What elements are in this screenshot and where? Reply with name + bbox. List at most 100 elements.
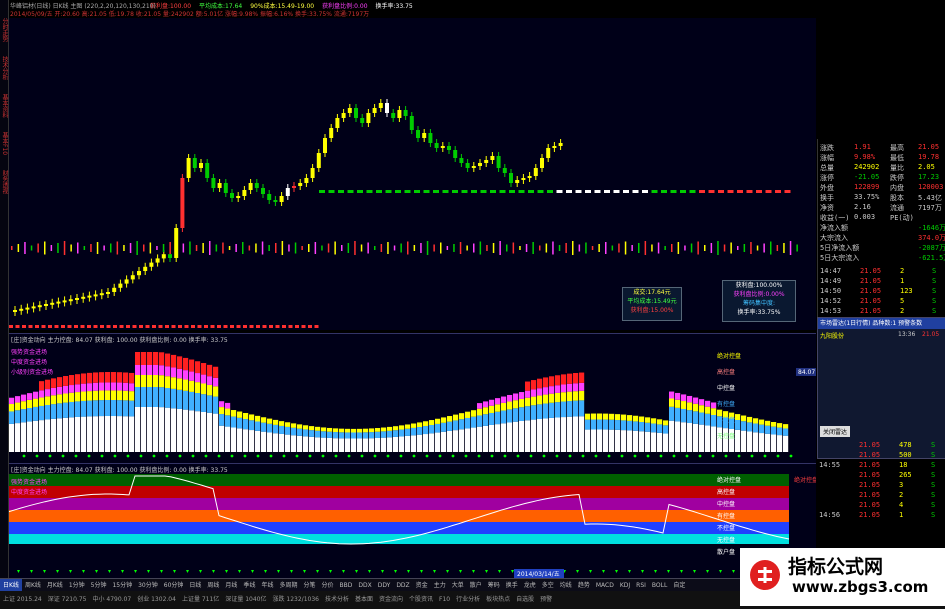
status-item-9[interactable]: 资金流向 bbox=[376, 591, 406, 609]
ind1-bar bbox=[693, 411, 699, 424]
left-side-tabs: 分时走势技术分析基本资料基本F10 财务透视 bbox=[0, 0, 9, 590]
indicator-panel-2[interactable]: 强势资金进场 中度资金进场 绝对控盘 高控盘 中控盘 有控盘 不控盘 无控盘 散户盘 绝对控盘 20… bbox=[8, 463, 818, 579]
ind1-bar bbox=[483, 401, 489, 408]
ind1-bar bbox=[657, 424, 663, 433]
tick2-p: 21.05 bbox=[859, 491, 881, 499]
ind1-bar bbox=[357, 432, 363, 439]
candle bbox=[192, 158, 197, 168]
status-item-12[interactable]: 行业分析 bbox=[453, 591, 483, 609]
ind1-bar bbox=[327, 437, 333, 452]
radar-item[interactable]: 九阳股份 bbox=[820, 331, 844, 340]
ind1-bar bbox=[609, 419, 615, 430]
status-item-8[interactable]: 基本面 bbox=[352, 591, 376, 609]
volume-bar bbox=[215, 244, 218, 252]
ind1-bar bbox=[777, 435, 783, 452]
ind1-bar bbox=[153, 387, 159, 407]
candle bbox=[509, 173, 513, 183]
ind1-bar bbox=[123, 382, 129, 391]
left-tab-1[interactable]: 技术分析 bbox=[0, 56, 8, 80]
status-item-6[interactable]: 涨跌 1232/1036 bbox=[270, 591, 322, 609]
candle bbox=[99, 293, 104, 296]
ind1-bar bbox=[567, 383, 573, 392]
ind1-bar bbox=[417, 422, 423, 428]
status-item-5[interactable]: 深证量 1040亿 bbox=[222, 591, 269, 609]
ind2-marker bbox=[719, 570, 722, 573]
status-item-15[interactable]: 预警 bbox=[537, 591, 555, 609]
volume-bar bbox=[83, 246, 86, 250]
volume-bar bbox=[789, 241, 792, 255]
ind1-bar bbox=[513, 421, 519, 452]
cost-dash bbox=[775, 190, 781, 193]
status-item-4[interactable]: 上证量 711亿 bbox=[179, 591, 222, 609]
candle bbox=[37, 305, 42, 308]
main-candlestick-chart[interactable]: 14.0013.5013.00 bbox=[9, 18, 836, 330]
volume-bar bbox=[407, 241, 409, 255]
candle bbox=[453, 150, 458, 158]
ind1-bar bbox=[345, 438, 351, 452]
ind2-zone: 有控盘 bbox=[717, 512, 735, 520]
ind1-marker bbox=[724, 454, 728, 458]
status-item-1[interactable]: 深证 7210.75 bbox=[45, 591, 90, 609]
volume-bar bbox=[314, 242, 317, 254]
ind1-bar bbox=[333, 432, 339, 439]
status-item-10[interactable]: 个股资讯 bbox=[406, 591, 436, 609]
ind1-marker bbox=[607, 454, 611, 458]
ind1-marker bbox=[165, 454, 169, 458]
ind1-bar bbox=[99, 372, 105, 383]
ind2-note: 中度资金进场 bbox=[11, 488, 47, 496]
ind1-bar bbox=[171, 354, 177, 368]
left-tab-2[interactable]: 基本资料 bbox=[0, 94, 8, 118]
ind1-bar bbox=[225, 402, 231, 409]
volume-bar bbox=[717, 241, 719, 255]
ind1-bar bbox=[591, 413, 597, 420]
volume-bar bbox=[44, 241, 46, 255]
quote-label: 净流入额 bbox=[820, 224, 848, 232]
status-item-14[interactable]: 自选股 bbox=[513, 591, 537, 609]
ind2-marker bbox=[589, 570, 592, 573]
left-tab-3[interactable]: 基本F10 bbox=[0, 132, 8, 155]
base-dash bbox=[28, 325, 33, 328]
watermark-url: www.zbgs3.com bbox=[792, 578, 929, 596]
ind1-zone: 绝对控盘 bbox=[717, 352, 741, 360]
ind1-bar bbox=[93, 400, 99, 417]
status-item-7[interactable]: 技术分析 bbox=[322, 591, 352, 609]
quote-value: -21.05 bbox=[854, 173, 880, 181]
left-tab-4[interactable]: 财务透视 bbox=[0, 170, 8, 194]
ind1-bar bbox=[573, 416, 579, 452]
quote-row: 涨停 -21.05 跌停 17.23 bbox=[820, 173, 944, 182]
ohlc-info-line: 2014/05/09/五 开:20.60 高:21.05 低:19.78 收:2… bbox=[10, 11, 370, 18]
close-radar-button[interactable]: 关闭雷达 bbox=[820, 426, 851, 437]
ind1-bar bbox=[411, 435, 417, 452]
ind2-marker bbox=[641, 570, 644, 573]
ind1-bar bbox=[369, 438, 375, 452]
ind1-bar bbox=[687, 395, 693, 403]
ind1-marker bbox=[698, 454, 702, 458]
ind1-bar bbox=[561, 384, 567, 393]
ind2-marker bbox=[355, 570, 358, 573]
status-item-11[interactable]: F10 bbox=[436, 591, 453, 609]
left-tab-0[interactable]: 分时走势 bbox=[0, 18, 8, 42]
ind1-bar bbox=[381, 431, 387, 438]
ind1-bar bbox=[33, 391, 39, 399]
candle bbox=[391, 113, 396, 118]
ind1-bar bbox=[105, 382, 111, 391]
candle bbox=[75, 298, 79, 300]
tick2-s: S bbox=[931, 511, 936, 519]
ind1-bar bbox=[675, 392, 681, 400]
market-radar-popup[interactable]: 市场雷达(1日行情) 品种数:1 预警条数 九阳股份 13:36 21.05 关… bbox=[817, 317, 945, 459]
ind2-marker bbox=[238, 570, 241, 573]
status-item-3[interactable]: 创业 1302.04 bbox=[134, 591, 179, 609]
volume-bar bbox=[281, 241, 284, 255]
ind1-bar bbox=[471, 410, 477, 417]
tick-q: 1 bbox=[900, 277, 905, 285]
status-item-0[interactable]: 上证 2015.24 bbox=[0, 591, 45, 609]
ind1-marker bbox=[503, 454, 507, 458]
indicator-panel-1[interactable]: 强势资金进场 中度资金进场 小级别资金进场 绝对控盘 高控盘 中控盘 有控盘 不控盘 无控盘 84… bbox=[9, 333, 816, 464]
status-item-13[interactable]: 板块热点 bbox=[483, 591, 513, 609]
status-item-2[interactable]: 中小 4790.07 bbox=[89, 591, 134, 609]
ind1-bar bbox=[417, 427, 423, 435]
volume-bar bbox=[334, 241, 336, 255]
ind1-bar bbox=[627, 415, 633, 421]
ind1-bar bbox=[669, 398, 675, 407]
base-dash bbox=[275, 325, 280, 328]
